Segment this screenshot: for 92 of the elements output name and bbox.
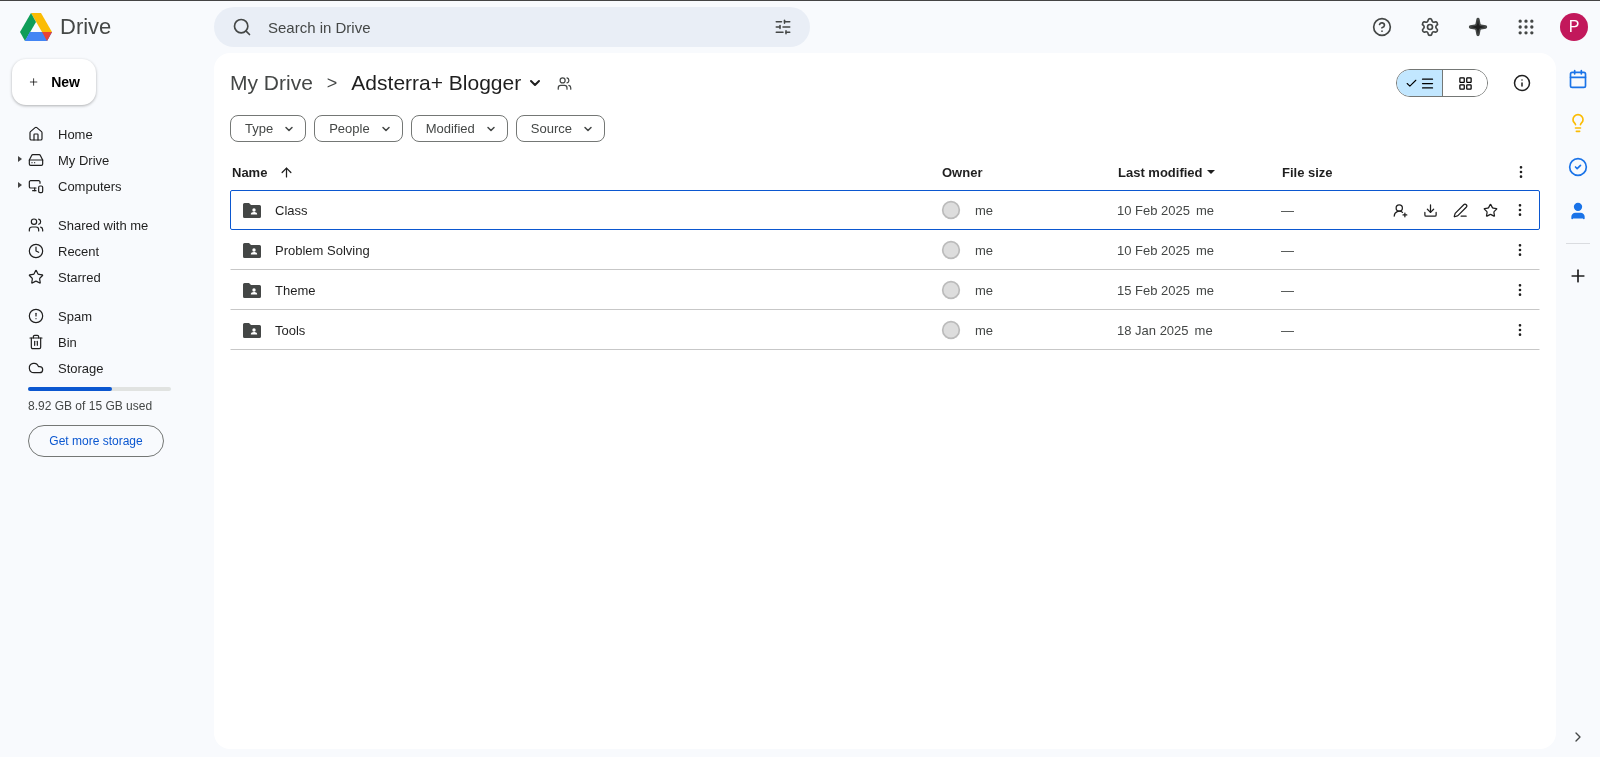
shared-folder-icon xyxy=(243,242,261,258)
grid-icon xyxy=(1457,75,1473,91)
search-bar[interactable]: Search in Drive xyxy=(214,7,810,47)
person-icon xyxy=(1568,201,1588,221)
sidebar-item[interactable]: Shared with me xyxy=(12,212,200,238)
owner-text: me xyxy=(975,322,994,338)
clock-icon xyxy=(28,243,44,259)
file-size-text: — xyxy=(1281,322,1294,338)
shared-folder-icon xyxy=(243,202,261,218)
trash-icon xyxy=(28,334,44,350)
app-name: Drive xyxy=(60,14,112,40)
avatar-icon xyxy=(941,320,961,340)
avatar-icon xyxy=(941,280,961,300)
column-header[interactable]: Last modified xyxy=(1118,164,1203,180)
list-icon xyxy=(1419,75,1435,91)
modifier-text: me xyxy=(1196,202,1215,218)
file-row[interactable]: Problem Solving me 10 Feb 2025 me — xyxy=(230,230,1540,270)
file-row[interactable]: Class me 10 Feb 2025 me — xyxy=(230,190,1540,230)
shared-folder-icon xyxy=(243,282,261,298)
folder-name: Class xyxy=(275,202,308,218)
filter-chip[interactable]: Type xyxy=(230,115,307,142)
owner-text: me xyxy=(975,242,994,258)
modified-date: 10 Feb 2025 xyxy=(1117,242,1190,258)
modifier-text: me xyxy=(1194,322,1213,338)
sidebar-item[interactable]: Bin xyxy=(12,329,200,355)
avatar-icon xyxy=(941,240,961,260)
modifier-text: me xyxy=(1196,242,1215,258)
shared-folder-icon xyxy=(243,322,261,338)
breadcrumb-link[interactable]: My Drive xyxy=(230,71,313,95)
filter-sliders-icon[interactable] xyxy=(774,18,792,36)
check-circle-button[interactable] xyxy=(1566,155,1590,179)
new-button[interactable]: New xyxy=(12,59,96,105)
column-header[interactable]: Owner xyxy=(942,164,983,180)
modified-date: 18 Jan 2025 xyxy=(1117,322,1189,338)
modified-date: 15 Feb 2025 xyxy=(1117,282,1190,298)
sidebar-item[interactable]: Home xyxy=(12,121,200,147)
breadcrumb-separator: > xyxy=(326,72,338,94)
column-header[interactable]: File size xyxy=(1282,164,1333,180)
sort-caret-icon[interactable] xyxy=(1206,170,1215,174)
account-avatar[interactable]: P xyxy=(1560,13,1588,41)
view-toggle[interactable] xyxy=(1396,69,1488,97)
info-icon xyxy=(1513,74,1531,92)
filter-chip[interactable]: People xyxy=(314,115,403,142)
pen-icon xyxy=(1452,202,1468,218)
sidebar-item[interactable]: My Drive xyxy=(12,147,200,173)
settings-icon xyxy=(1420,17,1440,37)
drive-icon xyxy=(28,152,44,168)
modifier-text: me xyxy=(1196,282,1215,298)
sparkle-icon xyxy=(1468,17,1488,37)
file-size-text: — xyxy=(1281,282,1294,298)
dots-grid-icon xyxy=(1516,17,1536,37)
star-icon xyxy=(28,269,44,285)
list-view-button[interactable] xyxy=(1397,70,1442,96)
sidebar-item[interactable]: Storage xyxy=(12,355,200,381)
download-icon xyxy=(1422,202,1438,218)
cloud-icon xyxy=(28,360,44,376)
help-icon xyxy=(1372,17,1392,37)
modified-date: 10 Feb 2025 xyxy=(1117,202,1190,218)
people-icon xyxy=(28,217,44,233)
grid-view-button[interactable] xyxy=(1442,70,1487,96)
check-circle-icon xyxy=(1568,157,1588,177)
folder-name: Tools xyxy=(275,322,306,338)
people-icon xyxy=(557,75,573,91)
owner-text: me xyxy=(975,282,994,298)
star-icon xyxy=(1482,202,1498,218)
owner-text: me xyxy=(975,202,994,218)
column-header[interactable]: Name xyxy=(232,164,268,180)
computer-icon xyxy=(28,178,44,194)
folder-name: Theme xyxy=(275,282,316,298)
sidebar-item[interactable]: Spam xyxy=(12,303,200,329)
expand-caret-icon[interactable] xyxy=(18,156,22,162)
alert-icon xyxy=(28,308,44,324)
filter-chip[interactable]: Source xyxy=(515,115,605,142)
home-icon xyxy=(28,126,44,142)
file-size-text: — xyxy=(1281,202,1294,218)
add-person-icon xyxy=(1392,202,1408,218)
search-icon xyxy=(232,17,252,37)
storage-usage-text: 8.92 GB of 15 GB used xyxy=(28,399,154,413)
file-size-text: — xyxy=(1281,242,1294,258)
current-folder-menu[interactable]: Adsterra+ Blogger xyxy=(351,71,544,95)
sidebar-item[interactable]: Starred xyxy=(12,264,200,290)
filter-chip[interactable]: Modified xyxy=(410,115,508,142)
avatar-icon xyxy=(941,200,961,220)
file-row[interactable]: Theme me 15 Feb 2025 me — xyxy=(230,270,1540,310)
sidebar-item[interactable]: Recent xyxy=(12,238,200,264)
search-field[interactable]: Search in Drive xyxy=(266,17,760,37)
expand-caret-icon[interactable] xyxy=(18,182,22,188)
file-row[interactable]: Tools me 18 Jan 2025 me — xyxy=(230,310,1540,350)
calendar-icon xyxy=(1568,69,1588,89)
drive-logo-icon xyxy=(20,13,52,41)
sidebar-item[interactable]: Computers xyxy=(12,173,200,199)
folder-name: Problem Solving xyxy=(275,242,370,258)
